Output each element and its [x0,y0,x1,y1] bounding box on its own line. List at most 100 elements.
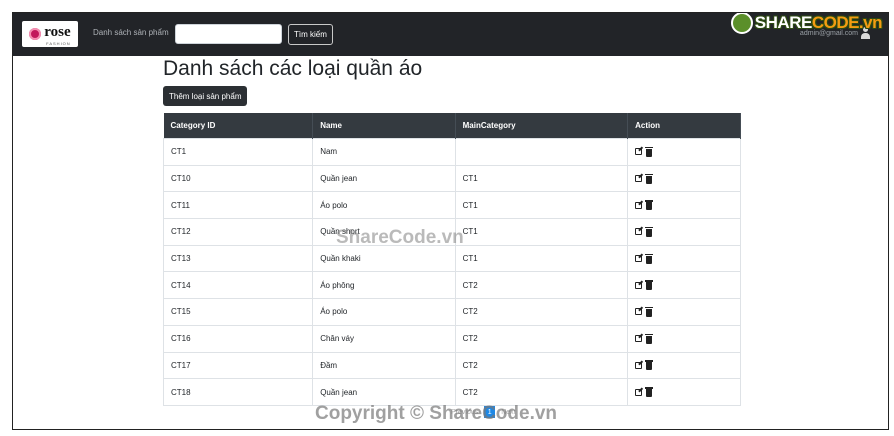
cell-category-id: CT18 [162,378,314,406]
cell-category-id: CT10 [162,164,314,192]
edit-icon[interactable] [635,175,643,183]
row-actions [635,306,733,317]
cell-name: Nam [312,138,456,166]
rose-flower-icon [29,28,42,40]
table-header-row: Category ID Name MainCategory Action [163,113,741,139]
cell-main-category: CT1 [455,244,629,272]
cell-action [627,351,741,379]
row-actions [635,360,733,371]
edit-icon[interactable] [635,281,643,289]
cell-main-category: CT2 [455,298,629,326]
nav-link-products[interactable]: Danh sách sản phẩm [93,28,169,37]
navbar: rose FASHION Danh sách sản phẩm Tìm kiếm… [13,13,888,56]
sharecode-logo-text: SHARECODE.vn [754,13,883,33]
cell-name: Quần jean [312,378,456,406]
sharecode-logo-left: SHARE [754,13,813,32]
cell-category-id: CT15 [162,298,314,326]
cell-name: Áo polo [312,298,456,326]
cell-name: Chân váy [312,324,456,352]
cell-main-category: CT2 [455,271,629,299]
row-actions [635,146,733,157]
brand-subtitle: FASHION [46,40,71,46]
row-actions [635,253,733,264]
row-actions [635,226,733,237]
row-actions [635,280,733,291]
edit-icon[interactable] [635,228,643,236]
cell-action [627,191,741,219]
table-row: CT10 Quần jean CT1 [162,164,741,192]
search-input[interactable] [175,24,282,44]
page-title: Danh sách các loại quần áo [163,57,423,80]
brand-text-wrap: rose FASHION [44,23,70,46]
header-name: Name [312,113,456,139]
row-actions [635,173,733,184]
cell-category-id: CT1 [162,138,314,166]
cell-action [627,298,741,326]
cell-main-category: CT1 [455,218,629,246]
cell-main-category: CT1 [455,164,629,192]
header-main-category: MainCategory [455,113,629,139]
trash-icon[interactable] [645,333,654,344]
cell-action [627,218,741,246]
cell-action [627,271,741,299]
cell-name: Quần khaki [312,244,456,272]
sharecode-watermark-logo: SHARECODE.vn [730,13,883,34]
header-category-id: Category ID [163,113,314,139]
trash-icon[interactable] [645,200,654,211]
edit-icon[interactable] [635,361,643,369]
cell-category-id: CT16 [162,324,314,352]
table-row: CT14 Áo phông CT2 [162,271,741,299]
trash-icon[interactable] [645,306,654,317]
brand-name: rose [44,23,71,40]
search-button[interactable]: Tìm kiếm [288,24,333,45]
add-category-button[interactable]: Thêm loại sản phẩm [163,86,248,106]
trash-icon[interactable] [645,360,654,371]
cell-action [627,164,741,192]
trash-icon[interactable] [645,146,654,157]
trash-icon[interactable] [645,173,654,184]
edit-icon[interactable] [635,148,643,156]
cell-action [627,244,741,272]
table-row: CT17 Đầm CT2 [162,351,741,379]
row-actions [635,200,733,211]
watermark-copyright: Copyright © ShareCode.vn [315,403,558,424]
edit-icon[interactable] [635,335,643,343]
trash-icon[interactable] [645,253,654,264]
cell-name: Đầm [312,351,456,379]
header-action: Action [627,113,741,139]
cell-main-category: CT2 [455,378,629,406]
brand-logo[interactable]: rose FASHION [22,21,78,47]
table-row: CT16 Chân váy CT2 [162,324,741,352]
row-actions [635,387,733,398]
cell-action [627,324,741,352]
cell-action [627,378,741,406]
table-row: CT11 Áo polo CT1 [162,191,741,219]
row-actions [635,333,733,344]
category-table: Category ID Name MainCategory Action CT1… [162,113,741,406]
trash-icon[interactable] [645,280,654,291]
cell-action [627,138,741,166]
cell-main-category: CT2 [455,351,629,379]
cell-main-category: CT1 [455,191,629,219]
sharecode-logo-right: CODE.vn [811,13,883,32]
cell-main-category: CT2 [455,324,629,352]
cell-name: Quần jean [312,164,456,192]
table-row: CT1 Nam [162,138,741,166]
trash-icon[interactable] [645,226,654,237]
cell-category-id: CT11 [162,191,314,219]
edit-icon[interactable] [635,201,643,209]
edit-icon[interactable] [635,308,643,316]
app-frame: rose FASHION Danh sách sản phẩm Tìm kiếm… [12,12,889,430]
cell-category-id: CT13 [162,244,314,272]
cell-name: Áo phông [312,271,456,299]
edit-icon[interactable] [635,388,643,396]
table-row: CT18 Quần jean CT2 [162,378,741,406]
watermark-center: ShareCode.vn [336,227,464,248]
trash-icon[interactable] [645,387,654,398]
table-row: CT13 Quần khaki CT1 [162,244,741,272]
sharecode-logo-icon [730,13,753,34]
table-row: CT15 Áo polo CT2 [162,298,741,326]
edit-icon[interactable] [635,255,643,263]
cell-main-category [455,138,629,166]
cell-name: Áo polo [312,191,456,219]
